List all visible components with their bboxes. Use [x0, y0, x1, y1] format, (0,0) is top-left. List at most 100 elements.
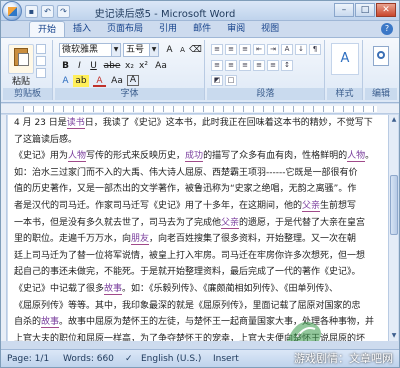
font-group: 微软雅黑 ▼ 五号 ▼ A A ⌫ B I U abe x₂ x² Aa A a…: [55, 40, 205, 100]
styles-group-label: 样式: [327, 88, 362, 100]
bold-button[interactable]: B: [59, 60, 72, 72]
strikethrough-button[interactable]: abe: [103, 60, 121, 72]
window-controls: – □ ✕: [334, 3, 396, 17]
document-line[interactable]: 《史记》中记载了很多故事。如：《乐毅列传》、《廉颇蔺相如列传》、《田单列传》、: [8, 281, 388, 298]
show-marks-icon[interactable]: ¶: [309, 44, 321, 55]
status-words[interactable]: Words: 660: [63, 350, 114, 368]
font-name-combo[interactable]: 微软雅黑 ▼: [59, 43, 121, 57]
line-spacing-icon[interactable]: ↕: [281, 60, 293, 71]
superscript-button[interactable]: x²: [137, 60, 150, 72]
styles-group: A 样式: [327, 40, 363, 100]
document-line[interactable]: 一本书，但是没有多久就去世了，司马去为了完成他父亲的遗愿，于是代替了大亲在皇宫: [8, 215, 388, 232]
status-page[interactable]: Page: 1/1: [7, 350, 49, 368]
scroll-thumb[interactable]: [390, 175, 398, 235]
tab-references[interactable]: 引用: [151, 21, 185, 37]
status-insert[interactable]: Insert: [213, 350, 239, 368]
document-line[interactable]: 起自己的事还未做完，不能死。于是就开始整理资料，最后完成了一代的著作《史记》。: [8, 264, 388, 281]
increase-indent-icon[interactable]: ⇥: [267, 44, 279, 55]
document-line[interactable]: 廷上司马迁为了替一位将军说情，被皇上打入牢房。司马迁在牢房你许多次想死，但一想: [8, 248, 388, 265]
text-run: 的遗愿，于是代替了大亲在皇宫: [239, 217, 366, 228]
word-window: ▪ ↶ ↷ 史记读后感5 - Microsoft Word – □ ✕ 开始 插…: [0, 0, 400, 368]
decrease-indent-icon[interactable]: ⇤: [253, 44, 265, 55]
paragraph-group: ≡ ≡ ≡ ⇤ ⇥ A ↓ ¶ ≡ ≡ ≡ ≡ ≡ ↕ ◩ □ 段落: [207, 40, 325, 100]
hyperlink-text[interactable]: 成功: [185, 151, 204, 163]
hyperlink-text[interactable]: 故事: [41, 317, 60, 329]
quick-styles-button[interactable]: A: [331, 43, 359, 75]
sort-icon[interactable]: ↓: [295, 44, 307, 55]
justify-icon[interactable]: ≡: [253, 60, 265, 71]
highlight-button[interactable]: ab: [73, 75, 89, 87]
document-line[interactable]: 《屈原列传》等等。其中，我印象最深的就是《屈原列传》，里面记载了屈原对国家的忠: [8, 298, 388, 315]
close-button[interactable]: ✕: [376, 3, 396, 17]
document-line[interactable]: 者是汉代的司马迁。作家司马迁写《史记》用了十多年，在这期间，他的父亲生前想写: [8, 198, 388, 215]
align-left-icon[interactable]: ≡: [211, 60, 223, 71]
document-page[interactable]: 4 月 23 日是读书日，我读了《史记》这本书，此时我正在回味着这本书的精妙，不…: [8, 115, 388, 341]
document-line[interactable]: 里的职位。走遍千万万水，向朋友，向老百姓搜集了很多资料，开始整理。又一次在朝: [8, 231, 388, 248]
hyperlink-text[interactable]: 故事: [104, 283, 123, 295]
tab-view[interactable]: 视图: [253, 21, 287, 37]
find-icon[interactable]: [373, 46, 389, 66]
numbering-icon[interactable]: ≡: [225, 44, 237, 55]
tab-home[interactable]: 开始: [29, 21, 66, 37]
border-icon[interactable]: □: [225, 75, 237, 86]
scroll-up-icon[interactable]: ▲: [389, 115, 399, 125]
char-shading-button[interactable]: Aa: [109, 75, 125, 87]
status-language[interactable]: English (U.S.): [141, 350, 201, 368]
font-size-combo[interactable]: 五号 ▼: [123, 43, 159, 57]
document-line[interactable]: 值的历史著作，又是一部杰出的文学著作，被鲁迅称为“史家之绝唱，无韵之离骚”。作: [8, 181, 388, 198]
help-icon[interactable]: ?: [381, 23, 393, 35]
document-line[interactable]: 《史记》用为人物写传的形式来反映历史，成功的描写了众多有血有肉，性格鲜明的人物。: [8, 148, 388, 165]
cut-icon[interactable]: [36, 44, 46, 54]
hyperlink-text[interactable]: 父亲: [221, 217, 240, 229]
proofing-icon[interactable]: ✓: [125, 350, 133, 368]
tab-mailings[interactable]: 邮件: [185, 21, 219, 37]
italic-button[interactable]: I: [73, 60, 86, 72]
vertical-scrollbar[interactable]: ▲ ▼: [388, 115, 398, 341]
text-run: 一本书，但是没有多久就去世了，司马去为了完成他: [14, 217, 222, 228]
paste-button[interactable]: [8, 44, 34, 74]
format-painter-icon[interactable]: [36, 68, 46, 78]
hyperlink-text[interactable]: 父亲: [302, 200, 321, 212]
underline-button[interactable]: U: [87, 60, 100, 72]
document-line[interactable]: 上官大夫的职位和屈原一样高，为了争夺楚怀王的宠幸，上官大夫便向楚怀王说屈原的坏: [8, 331, 388, 341]
font-name-value: 微软雅黑: [62, 45, 99, 55]
tab-review[interactable]: 审阅: [219, 21, 253, 37]
grow-font-icon[interactable]: A: [163, 44, 176, 56]
clear-format-icon[interactable]: ⌫: [189, 44, 202, 56]
shading-icon[interactable]: ◩: [211, 75, 223, 86]
vertical-ruler[interactable]: [1, 115, 7, 341]
hyperlink-text[interactable]: 人物: [347, 151, 366, 163]
multilevel-list-icon[interactable]: ≡: [239, 44, 251, 55]
change-case-button[interactable]: Aa: [153, 60, 169, 72]
tab-page-layout[interactable]: 页面布局: [99, 21, 151, 37]
text-run: ，向老百姓搜集了很多资料，开始整理。又一次在朝: [149, 234, 357, 245]
subscript-button[interactable]: x₂: [123, 60, 136, 72]
hyperlink-text[interactable]: 读书: [66, 118, 85, 129]
copy-icon[interactable]: [36, 56, 46, 66]
chinese-layout-icon[interactable]: A: [281, 44, 293, 55]
document-line[interactable]: 如：治水三过家门而不入的大禹、伟大诗人屈原、西楚霸王项羽------它既是一部很…: [8, 165, 388, 182]
maximize-button[interactable]: □: [355, 3, 375, 17]
char-border-button[interactable]: A: [127, 75, 139, 86]
horizontal-ruler[interactable]: [1, 104, 399, 114]
document-line[interactable]: 4 月 23 日是读书日，我读了《史记》这本书，此时我正在回味着这本书的精妙，不…: [8, 115, 388, 132]
shrink-font-icon[interactable]: A: [176, 44, 189, 56]
text-effect-button[interactable]: A: [59, 75, 72, 87]
hyperlink-text[interactable]: 朋友: [131, 234, 150, 246]
hyperlink-text[interactable]: 人物: [68, 151, 87, 163]
tab-insert[interactable]: 插入: [65, 21, 99, 37]
font-color-button[interactable]: A: [93, 75, 106, 87]
text-run: 4 月 23 日是: [14, 118, 67, 128]
distributed-icon[interactable]: ≡: [267, 60, 279, 71]
document-line[interactable]: 了这篇读后感。: [8, 132, 388, 149]
paragraph-row-1: ≡ ≡ ≡ ⇤ ⇥ A ↓ ¶: [211, 44, 321, 55]
chevron-down-icon[interactable]: ▼: [149, 44, 158, 56]
minimize-button[interactable]: –: [334, 3, 354, 17]
align-center-icon[interactable]: ≡: [225, 60, 237, 71]
text-run: 者是汉代的司马迁。作家司马迁写《史记》用了十多年，在这期间，他的: [14, 200, 303, 211]
align-right-icon[interactable]: ≡: [239, 60, 251, 71]
scroll-down-icon[interactable]: ▼: [389, 331, 399, 341]
bullets-icon[interactable]: ≡: [211, 44, 223, 55]
document-line[interactable]: 自杀的故事。故事中屈原为楚怀王的左徒，与楚怀王一起商量国家大事，处理各种事物，并: [8, 314, 388, 331]
chevron-down-icon[interactable]: ▼: [111, 44, 120, 56]
